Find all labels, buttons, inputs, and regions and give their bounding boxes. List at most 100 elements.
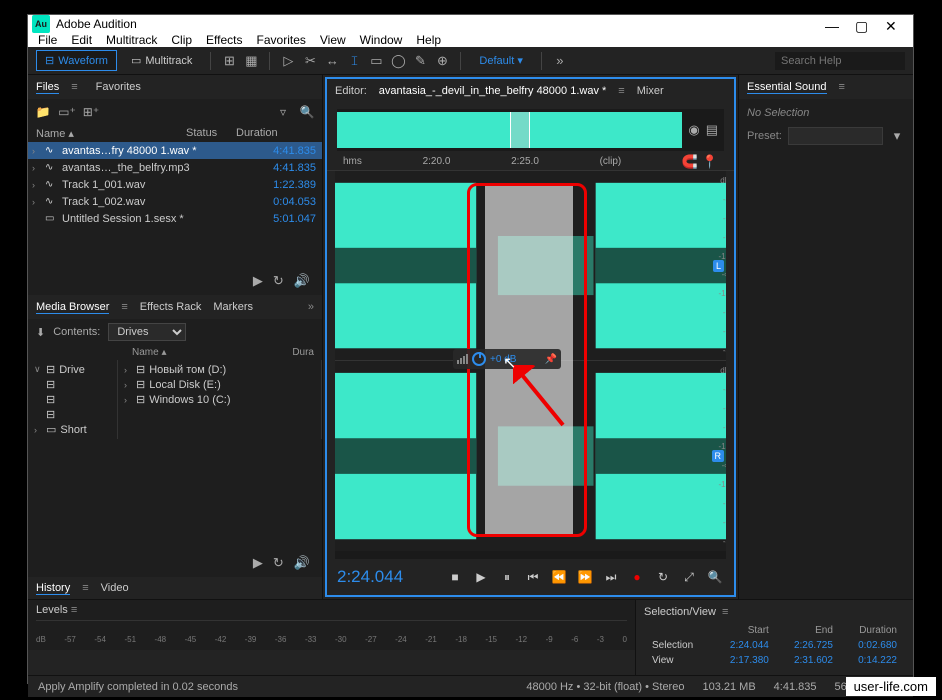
menu-help[interactable]: Help (416, 33, 441, 47)
drive-item[interactable]: ›⊟Windows 10 (C:) (120, 392, 319, 407)
tree-item[interactable]: ⊟ (30, 377, 115, 392)
menu-favorites[interactable]: Favorites (257, 33, 306, 47)
menu-multitrack[interactable]: Multitrack (106, 33, 157, 47)
spectral-toggle-icon[interactable]: ▦ (243, 53, 259, 69)
menu-clip[interactable]: Clip (171, 33, 192, 47)
tree-drives[interactable]: ∨⊟Drive (30, 362, 115, 377)
col-duration[interactable]: Duration (236, 127, 296, 140)
hud-toggle-icon[interactable]: ⊞ (221, 53, 237, 69)
menu-window[interactable]: Window (360, 33, 403, 47)
file-row[interactable]: ▭Untitled Session 1.sesx *5:01.047 (28, 210, 322, 227)
mixer-tab[interactable]: Mixer (637, 85, 664, 97)
menu-file[interactable]: File (38, 33, 57, 47)
col-status[interactable]: Status (186, 127, 236, 140)
file-row[interactable]: ›∿Track 1_001.wav1:22.389 (28, 176, 322, 193)
drive-item[interactable]: ›⊟Local Disk (E:) (120, 377, 319, 392)
tree-shortcuts[interactable]: ›▭Short (30, 422, 115, 437)
slip-tool-icon[interactable]: ↔ (324, 53, 340, 69)
healing-tool-icon[interactable]: ⊕ (434, 53, 450, 69)
overview-selection[interactable] (510, 112, 530, 148)
play-icon[interactable]: ▶ (253, 555, 263, 571)
skip-selection-button[interactable]: ⤢ (680, 568, 698, 586)
pin-icon[interactable]: 📍 (702, 154, 718, 170)
panel-menu-icon[interactable]: ≡ (121, 301, 127, 313)
overview-waveform[interactable]: ◉ ▤ (337, 109, 724, 151)
time-select-tool-icon[interactable]: 𝙸 (346, 53, 362, 69)
menu-effects[interactable]: Effects (206, 33, 242, 47)
tree-item[interactable]: ⊟ (30, 392, 115, 407)
pause-button[interactable]: ⏸ (498, 568, 516, 586)
loop-button[interactable]: ↻ (654, 568, 672, 586)
gain-value[interactable]: +0 dB (490, 354, 516, 365)
gain-knob[interactable] (472, 352, 486, 366)
panel-menu-icon[interactable]: ≡ (839, 81, 845, 93)
panel-menu-icon[interactable]: ≡ (722, 606, 728, 618)
multitrack-mode-button[interactable]: ▭Multitrack (123, 51, 200, 70)
preset-menu-icon[interactable]: ▾ (889, 128, 905, 144)
forward-button[interactable]: ⏩ (576, 568, 594, 586)
move-tool-icon[interactable]: ▷ (280, 53, 296, 69)
timeline-ruler[interactable]: hms 2:20.0 2:25.0 (clip) 🧲 📍 (327, 153, 734, 171)
frequency-view-icon[interactable]: ◉ (688, 122, 699, 138)
view-end[interactable]: 2:31.602 (777, 654, 839, 667)
skip-back-button[interactable]: ⏮ (524, 568, 542, 586)
waveform-display[interactable]: L dB-3-6-9-15-∞-15-9-6-3 (335, 171, 726, 559)
panel-menu-icon[interactable]: ≡ (618, 85, 624, 97)
zoom-button[interactable]: 🔍 (706, 568, 724, 586)
sel-start[interactable]: 2:24.044 (713, 639, 775, 652)
snap-icon[interactable]: 🧲 (682, 154, 698, 170)
workspace-selector[interactable]: Default ▾ (471, 54, 530, 67)
file-row[interactable]: ›∿Track 1_002.wav0:04.053 (28, 193, 322, 210)
file-row[interactable]: ›∿avantas…fry 48000 1.wav *4:41.835 (28, 142, 322, 159)
essential-sound-tab[interactable]: Essential Sound (747, 81, 827, 94)
minimize-button[interactable]: — (825, 18, 837, 30)
stop-button[interactable]: ■ (446, 568, 464, 586)
sel-dur[interactable]: 0:02.680 (841, 639, 903, 652)
panel-menu-icon[interactable]: ≡ (71, 81, 77, 93)
timecode-display[interactable]: 2:24.044 (337, 567, 403, 587)
sel-end[interactable]: 2:26.725 (777, 639, 839, 652)
panel-menu-icon[interactable]: ≡ (82, 582, 88, 594)
brush-tool-icon[interactable]: ✎ (412, 53, 428, 69)
pitch-view-icon[interactable]: ▤ (706, 122, 718, 138)
drive-item[interactable]: ›⊟Новый том (D:) (120, 362, 319, 377)
col-name[interactable]: Name ▴ (36, 127, 186, 140)
video-tab[interactable]: Video (101, 582, 129, 594)
loop-icon[interactable]: ↻ (273, 273, 284, 289)
new-file-icon[interactable]: ▭⁺ (58, 104, 76, 120)
waveform-mode-button[interactable]: ⊟Waveform (36, 50, 117, 71)
history-tab[interactable]: History (36, 582, 70, 595)
contents-dropdown[interactable]: Drives (108, 323, 186, 341)
play-button[interactable]: ▶ (472, 568, 490, 586)
search-icon[interactable]: 🔍 (298, 104, 316, 120)
media-browser-tab[interactable]: Media Browser (36, 301, 109, 314)
import-icon[interactable]: ⬇ (36, 326, 45, 339)
loop-icon[interactable]: ↻ (273, 555, 284, 571)
toolbar-overflow-icon[interactable]: » (552, 53, 568, 69)
record-button[interactable]: ● (628, 568, 646, 586)
effects-rack-tab[interactable]: Effects Rack (140, 301, 202, 313)
view-dur[interactable]: 0:14.222 (841, 654, 903, 667)
files-tab[interactable]: Files (36, 81, 59, 94)
search-help-input[interactable] (775, 52, 905, 70)
amplitude-hud[interactable]: +0 dB 📌 (453, 349, 561, 369)
view-start[interactable]: 2:17.380 (713, 654, 775, 667)
new-multitrack-icon[interactable]: ⊞⁺ (82, 104, 100, 120)
file-row[interactable]: ›∿avantas…_the_belfry.mp34:41.835 (28, 159, 322, 176)
volume-icon[interactable]: 🔊 (294, 555, 310, 571)
preset-dropdown[interactable] (788, 127, 883, 145)
pin-hud-icon[interactable]: 📌 (545, 354, 557, 365)
panel-overflow-icon[interactable]: » (308, 301, 314, 313)
lasso-tool-icon[interactable]: ◯ (390, 53, 406, 69)
skip-forward-button[interactable]: ⏭ (602, 568, 620, 586)
panel-menu-icon[interactable]: ≡ (71, 604, 77, 616)
favorites-tab[interactable]: Favorites (96, 81, 141, 93)
open-file-icon[interactable]: 📁 (34, 104, 52, 120)
menu-view[interactable]: View (320, 33, 346, 47)
filter-icon[interactable]: ▿ (274, 104, 292, 120)
marquee-tool-icon[interactable]: ▭ (368, 53, 384, 69)
menu-edit[interactable]: Edit (71, 33, 92, 47)
editor-filename[interactable]: avantasia_-_devil_in_the_belfry 48000 1.… (379, 85, 607, 97)
volume-icon[interactable]: 🔊 (294, 273, 310, 289)
tree-item[interactable]: ⊟ (30, 407, 115, 422)
